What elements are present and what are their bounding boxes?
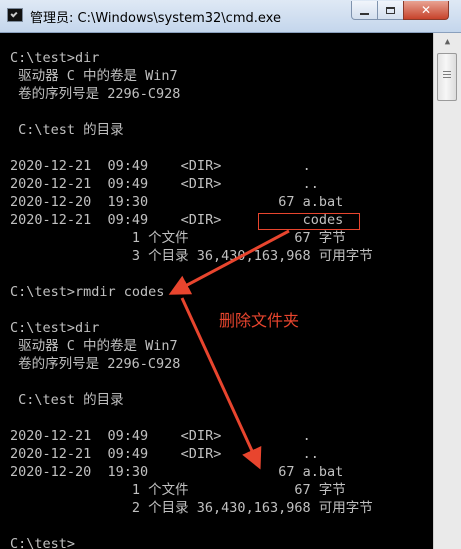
maximize-icon <box>386 6 395 14</box>
title-bar[interactable]: 管理员: C:\Windows\system32\cmd.exe ✕ <box>0 0 461 33</box>
minimize-button[interactable] <box>351 1 378 20</box>
annotation-label: 删除文件夹 <box>219 311 300 330</box>
maximize-button[interactable] <box>377 1 404 20</box>
console-line: 2020-12-20 19:30 67 a.bat <box>10 464 344 480</box>
cmd-app-icon[interactable] <box>7 8 23 22</box>
close-icon: ✕ <box>420 3 432 17</box>
console-line: 1 个文件 67 字节 <box>10 482 346 498</box>
console-line: 卷的序列号是 2296-C928 <box>10 356 181 372</box>
console-line: C:\test>rmdir codes <box>10 284 165 300</box>
console-line: 2020-12-21 09:49 <DIR> . <box>10 158 311 174</box>
console-line: C:\test>dir <box>10 320 100 336</box>
vertical-scrollbar[interactable]: ▲ <box>433 33 461 549</box>
window-title: 管理员: C:\Windows\system32\cmd.exe <box>30 11 281 26</box>
console-line: 驱动器 C 中的卷是 Win7 <box>10 338 178 354</box>
scrollbar-thumb[interactable] <box>437 53 457 101</box>
console-line: 2 个目录 36,430,163,968 可用字节 <box>10 500 373 516</box>
console-line: 3 个目录 36,430,163,968 可用字节 <box>10 248 373 264</box>
console-line: 2020-12-21 09:49 <DIR> .. <box>10 446 319 462</box>
scroll-up-icon[interactable]: ▲ <box>437 33 458 50</box>
console-line: 驱动器 C 中的卷是 Win7 <box>10 68 178 84</box>
cmd-window: 管理员: C:\Windows\system32\cmd.exe ✕ C:\te… <box>0 0 461 549</box>
console-line: 卷的序列号是 2296-C928 <box>10 86 181 102</box>
console-line: C:\test 的目录 <box>10 392 124 408</box>
close-button[interactable]: ✕ <box>403 1 449 20</box>
minimize-icon <box>360 12 369 15</box>
console-line: C:\test 的目录 <box>10 122 124 138</box>
console-line: 1 个文件 67 字节 <box>10 230 346 246</box>
console-line: C:\test> <box>10 536 76 549</box>
console-output[interactable]: C:\test>dir 驱动器 C 中的卷是 Win7 卷的序列号是 2296-… <box>0 33 433 549</box>
console-line: C:\test>dir <box>10 50 100 66</box>
console-line: 2020-12-21 09:49 <DIR> . <box>10 428 311 444</box>
console-line: 2020-12-20 19:30 67 a.bat <box>10 194 344 210</box>
highlight-box-codes <box>258 213 360 230</box>
console-line: 2020-12-21 09:49 <DIR> .. <box>10 176 319 192</box>
